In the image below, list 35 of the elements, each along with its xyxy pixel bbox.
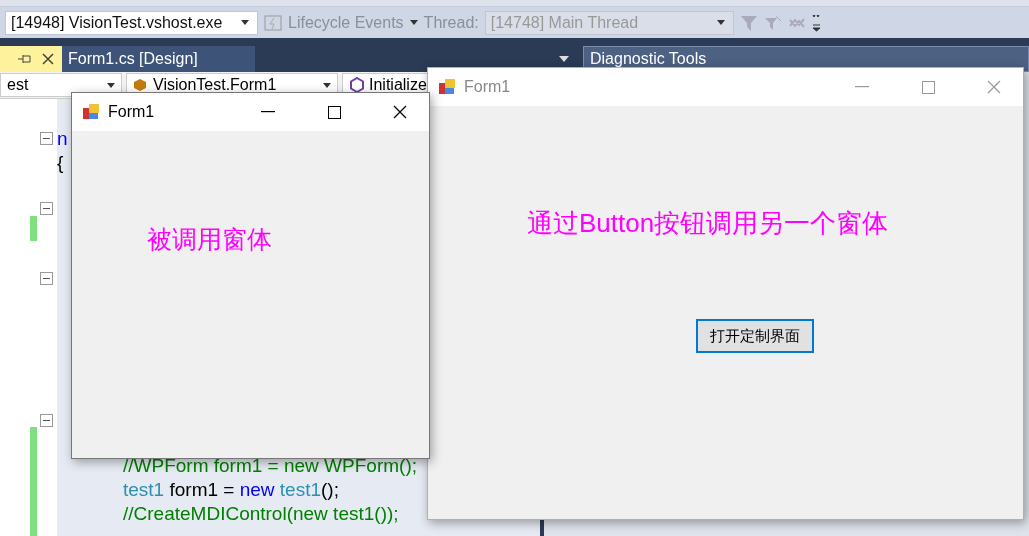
form-icon xyxy=(438,78,456,96)
close-icon[interactable] xyxy=(42,53,54,65)
form-icon xyxy=(82,103,100,121)
caret-icon xyxy=(323,82,331,88)
open-button[interactable]: 打开定制界面 xyxy=(696,319,814,353)
code-line: //WPForm form1 = new WPForm(); xyxy=(123,454,418,478)
maximize-icon[interactable] xyxy=(327,105,341,119)
project-dropdown[interactable]: est xyxy=(0,73,122,97)
pin-icon[interactable] xyxy=(18,53,32,65)
event-icon xyxy=(264,14,282,31)
process-dropdown[interactable]: [14948] VisionTest.vshost.exe xyxy=(5,10,258,35)
caret-icon xyxy=(241,20,249,25)
collapse-icon[interactable] xyxy=(40,272,53,285)
code-line: //CreateMDIControl(new test1()); xyxy=(123,502,400,526)
code-line: test1 form1 = new test1(); xyxy=(123,478,340,502)
change-bar xyxy=(30,216,37,241)
overflow-icon[interactable] xyxy=(811,12,820,33)
collapse-icon[interactable] xyxy=(40,202,53,215)
thread-label: Thread: xyxy=(423,13,479,32)
window-title: Form1 xyxy=(108,103,156,121)
document-tab[interactable]: Form1.cs [Design] xyxy=(62,46,255,72)
dropdown-icon[interactable] xyxy=(559,56,569,62)
form-message: 被调用窗体 xyxy=(147,225,272,253)
caret-icon xyxy=(107,82,115,88)
close-icon[interactable] xyxy=(393,105,407,119)
form-message: 通过Button按钮调用另一个窗体 xyxy=(527,208,889,238)
method-icon xyxy=(349,77,365,93)
code-line: { xyxy=(57,151,65,175)
collapse-icon[interactable] xyxy=(40,414,53,427)
caret-icon xyxy=(716,20,725,25)
minimize-icon[interactable] xyxy=(261,111,275,113)
code-line: n xyxy=(57,127,69,151)
caret-icon xyxy=(409,20,418,25)
window-title: Form1 xyxy=(464,78,512,96)
collapse-icon[interactable] xyxy=(40,132,53,145)
